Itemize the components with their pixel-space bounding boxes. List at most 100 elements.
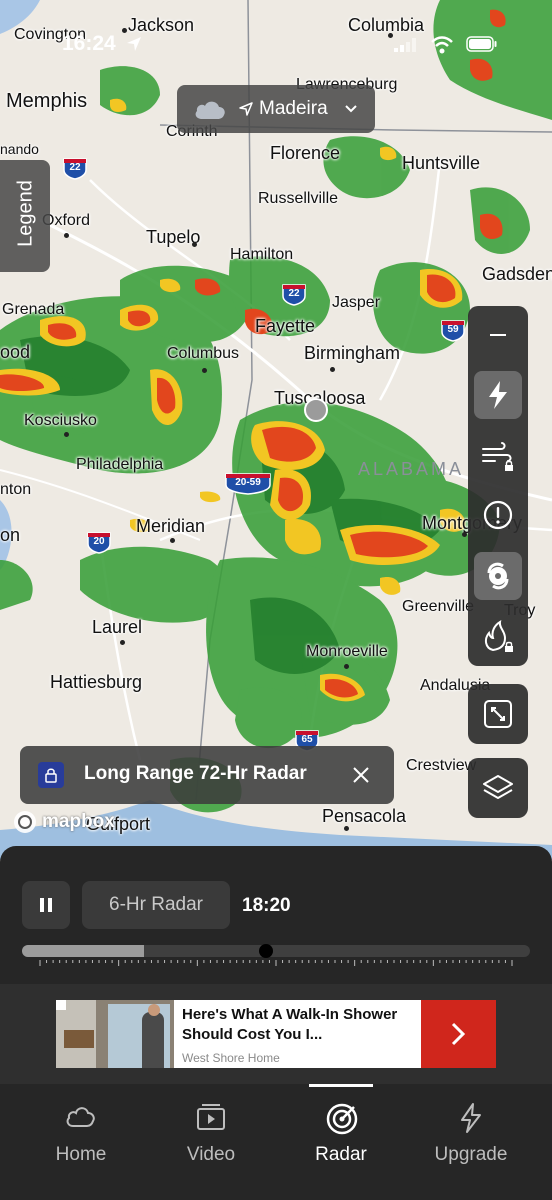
tab-home[interactable]: Home (12, 1084, 150, 1200)
layer-panel (468, 306, 528, 666)
city-label: Hattiesburg (50, 672, 143, 692)
alerts-layer-button[interactable] (474, 491, 522, 539)
status-bar: 16:24 (0, 0, 552, 60)
map-layers-button[interactable] (468, 758, 528, 818)
ad-container: Here's What A Walk-In Shower Should Cost… (0, 984, 552, 1084)
city-label: Jasper (332, 294, 381, 311)
tab-radar[interactable]: Radar (272, 1084, 410, 1200)
tab-bar: Home Video Radar Upgrade (0, 1084, 552, 1200)
radar-mode-button[interactable]: 6-Hr Radar (82, 881, 230, 929)
timeline-thumb[interactable] (258, 944, 273, 958)
expand-icon (484, 700, 512, 728)
state-label: ALABAMA (358, 459, 465, 479)
lightning-icon (489, 381, 507, 409)
city-dot (344, 664, 349, 669)
lightning-icon (461, 1103, 481, 1133)
timeline-ticks (39, 960, 513, 966)
city-label: ood (0, 342, 31, 362)
wifi-icon (431, 36, 453, 54)
ad-banner[interactable]: Here's What A Walk-In Shower Should Cost… (56, 1000, 496, 1068)
tab-label: Upgrade (434, 1144, 508, 1165)
highway-shield: 20 (86, 530, 112, 554)
wind-icon (482, 442, 513, 471)
city-label: nton (0, 481, 32, 498)
city-label: Gadsden (482, 264, 552, 284)
highway-shield: 20-59 (224, 471, 272, 495)
fire-layer-button[interactable] (474, 612, 522, 660)
city-label: Monroeville (306, 643, 388, 660)
pause-icon (40, 898, 52, 912)
ad-advertiser: West Shore Home (182, 1051, 280, 1065)
tab-label: Radar (315, 1144, 367, 1165)
city-label: Meridian (136, 516, 206, 536)
tab-label: Home (55, 1144, 107, 1165)
mapbox-icon (14, 811, 36, 833)
city-label: Grenada (2, 301, 65, 318)
city-label: Florence (270, 143, 341, 163)
city-label: nando (0, 141, 39, 157)
legend-label: Legend (14, 180, 37, 247)
long-range-label: Long Range 72-Hr Radar (84, 763, 307, 784)
ad-image (56, 1000, 174, 1068)
timeline-slider[interactable] (22, 944, 530, 958)
bottom-sheet: 6-Hr Radar 18:20 Here's What A Walk-In S… (0, 846, 552, 1200)
collapse-handle[interactable] (490, 334, 506, 336)
tab-video[interactable]: Video (142, 1084, 280, 1200)
mapbox-logo: mapbox (12, 809, 115, 835)
wind-layer-button[interactable] (474, 431, 522, 479)
radar-icon (326, 1103, 358, 1135)
city-dot (120, 640, 125, 645)
pause-button[interactable] (22, 881, 70, 929)
city-label: Hamilton (230, 246, 294, 263)
hurricane-layer-button[interactable] (474, 552, 522, 600)
city-label: Fayette (255, 316, 316, 336)
city-dot (170, 538, 175, 543)
long-range-radar-banner[interactable]: Long Range 72-Hr Radar (20, 746, 394, 804)
location-arrow-icon (127, 37, 141, 51)
tab-upgrade[interactable]: Upgrade (402, 1084, 540, 1200)
city-label: Birmingham (304, 343, 401, 363)
city-label: Memphis (6, 90, 88, 112)
city-label: Greenville (402, 598, 475, 615)
city-dot (64, 432, 69, 437)
city-dot (192, 242, 197, 247)
highway-shield: 59 (440, 318, 466, 342)
city-label: on (0, 525, 21, 545)
fullscreen-button[interactable] (468, 684, 528, 744)
chevron-right-icon (451, 1022, 466, 1046)
ad-headline: Here's What A Walk-In Shower Should Cost… (182, 1006, 398, 1043)
close-icon[interactable] (353, 767, 369, 783)
radar-mode-label: 6-Hr Radar (109, 894, 203, 915)
lightning-layer-button[interactable] (474, 371, 522, 419)
city-label: Crestview (406, 757, 477, 774)
city-label: Kosciusko (24, 412, 97, 429)
legend-tab[interactable]: Legend (0, 160, 50, 272)
location-selector[interactable]: Madeira (177, 85, 375, 133)
city-dot (202, 368, 207, 373)
fire-icon (484, 620, 513, 652)
city-label: Huntsville (402, 153, 481, 173)
lock-icon (45, 768, 57, 783)
battery-icon (466, 36, 497, 52)
city-label: Laurel (92, 617, 143, 637)
city-label: Russellville (258, 190, 339, 207)
city-dot (64, 233, 69, 238)
layers-icon (483, 775, 513, 799)
location-arrow-icon (239, 102, 253, 116)
status-time: 16:24 (62, 32, 116, 55)
radar-time: 18:20 (242, 895, 291, 916)
signal-icon (394, 38, 416, 52)
video-icon (197, 1104, 225, 1130)
city-label: Columbus (167, 345, 240, 362)
timeline-progress (22, 945, 144, 957)
city-dot (344, 826, 349, 831)
city-dot (462, 532, 467, 537)
highway-shield: 22 (281, 282, 307, 306)
highway-shield: 22 (62, 156, 88, 180)
ad-info-icon[interactable] (56, 1000, 66, 1010)
city-label: Philadelphia (76, 456, 164, 473)
location-name: Madeira (259, 98, 328, 119)
city-dot (330, 367, 335, 372)
city-label: Pensacola (322, 806, 407, 826)
ad-cta-button[interactable] (421, 1000, 496, 1068)
